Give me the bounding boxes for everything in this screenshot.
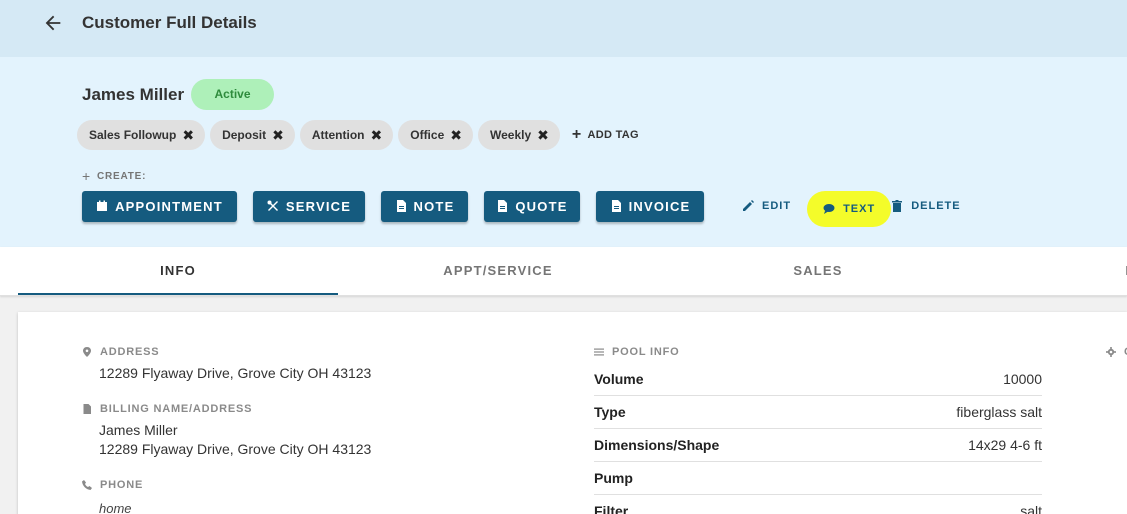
tag-chip: Sales Followup ✖ xyxy=(77,120,206,150)
chat-bubble-icon xyxy=(823,204,835,214)
create-label-text: CREATE: xyxy=(96,170,147,182)
pool-row-key: Pump xyxy=(594,470,633,486)
tag-chip: Attention ✖ xyxy=(299,120,394,150)
phone-label-text: PHONE xyxy=(100,479,144,491)
tab-bar: INFO APPT/SERVICE SALES PIC xyxy=(0,247,1127,296)
tag-label: Sales Followup xyxy=(89,128,177,142)
remove-tag-icon[interactable]: ✖ xyxy=(272,128,284,142)
plus-icon: + xyxy=(571,126,582,143)
tag-label: Office xyxy=(410,128,445,142)
edit-button[interactable]: EDIT xyxy=(742,191,791,222)
remove-tag-icon[interactable]: ✖ xyxy=(537,128,549,142)
remove-tag-icon[interactable]: ✖ xyxy=(450,128,462,142)
create-service-button[interactable]: SERVICE xyxy=(253,190,365,222)
page-title: Customer Full Details xyxy=(82,13,257,32)
button-label: INVOICE xyxy=(628,198,691,214)
tag-label: Attention xyxy=(311,128,365,142)
button-label: SERVICE xyxy=(285,198,352,214)
pool-row-key: Filter xyxy=(594,503,629,514)
pool-row-key: Dimensions/Shape xyxy=(594,437,720,453)
button-label: APPOINTMENT xyxy=(115,198,223,214)
text-label: TEXT xyxy=(843,203,876,215)
billing-address: 12289 Flyaway Drive, Grove City OH 43123 xyxy=(99,441,372,457)
add-tag-button[interactable]: + ADD TAG xyxy=(572,127,639,143)
tag-list: Sales Followup ✖ Deposit ✖ Attention ✖ Offi… xyxy=(77,120,639,150)
edit-label: EDIT xyxy=(762,200,792,212)
tag-chip: Deposit ✖ xyxy=(210,120,295,150)
create-note-button[interactable]: NOTE xyxy=(381,190,468,222)
pool-info-label-text: POOL INFO xyxy=(612,346,680,358)
pool-row-value: fiberglass salt xyxy=(956,404,1042,420)
button-label: QUOTE xyxy=(515,198,568,214)
customer-name: James Miller xyxy=(82,85,185,104)
document-icon xyxy=(498,200,508,212)
add-tag-label: ADD TAG xyxy=(587,129,639,141)
calendar-icon xyxy=(97,200,108,211)
pool-row: Dimensions/Shape 14x29 4-6 ft xyxy=(594,429,1042,462)
tag-label: Weekly xyxy=(489,128,532,142)
phone-label: PHONE xyxy=(82,479,143,491)
remove-tag-icon[interactable]: ✖ xyxy=(371,128,383,142)
location-pin-icon xyxy=(83,347,91,357)
tab-sales[interactable]: SALES xyxy=(658,247,978,296)
phone-icon xyxy=(82,480,92,490)
document-icon xyxy=(396,200,406,212)
top-bar: Customer Full Details xyxy=(0,0,1127,57)
delete-button[interactable]: DELETE xyxy=(891,191,960,222)
status-badge: Active xyxy=(191,79,274,110)
pool-row-value: 14x29 4-6 ft xyxy=(968,437,1042,453)
delete-label: DELETE xyxy=(911,200,961,212)
billing-label-text: BILLING NAME/ADDRESS xyxy=(100,403,253,415)
document-icon xyxy=(611,200,621,212)
action-bar: APPOINTMENT SERVICE NOTE QUOTE INVOICE E… xyxy=(82,185,961,227)
button-label: NOTE xyxy=(413,198,455,214)
tag-chip: Office ✖ xyxy=(398,120,473,150)
menu-lines-icon xyxy=(594,348,604,356)
create-label: + CREATE: xyxy=(82,168,146,184)
gear-icon xyxy=(1106,347,1116,357)
pool-info-label: POOL INFO xyxy=(594,346,680,358)
tools-icon xyxy=(267,200,278,211)
plus-icon: + xyxy=(82,168,91,184)
tab-info[interactable]: INFO xyxy=(18,247,338,296)
create-invoice-button[interactable]: INVOICE xyxy=(596,190,704,222)
billing-label: BILLING NAME/ADDRESS xyxy=(82,403,252,415)
address-label-text: ADDRESS xyxy=(100,346,160,358)
pool-row-key: Type xyxy=(594,404,626,420)
billing-name: James Miller xyxy=(99,422,178,438)
create-appointment-button[interactable]: APPOINTMENT xyxy=(82,190,237,222)
active-tab-indicator xyxy=(18,293,338,295)
tab-appt-service[interactable]: APPT/SERVICE xyxy=(338,247,658,296)
pool-row-key: Volume xyxy=(594,371,644,387)
pool-row: Type fiberglass salt xyxy=(594,396,1042,429)
address-label: ADDRESS xyxy=(82,346,159,358)
info-card: ADDRESS 12289 Flyaway Drive, Grove City … xyxy=(18,312,1127,514)
third-section-label: C xyxy=(1106,346,1127,358)
customer-header: James Miller Active Sales Followup ✖ Depo… xyxy=(0,57,1127,247)
phone-type: home xyxy=(99,501,132,514)
pencil-icon xyxy=(743,200,754,211)
pool-row: Pump xyxy=(594,462,1042,495)
pool-row: Filter salt xyxy=(594,495,1042,514)
address-value: 12289 Flyaway Drive, Grove City OH 43123 xyxy=(99,365,372,381)
back-arrow-icon[interactable] xyxy=(42,12,64,34)
pool-row-value: salt xyxy=(1020,503,1042,514)
tag-label: Deposit xyxy=(222,128,267,142)
tab-pictures[interactable]: PIC xyxy=(978,247,1127,296)
remove-tag-icon[interactable]: ✖ xyxy=(182,128,194,142)
create-quote-button[interactable]: QUOTE xyxy=(484,190,580,222)
trash-icon xyxy=(892,200,903,212)
pool-row: Volume 10000 xyxy=(594,363,1042,396)
document-icon xyxy=(83,404,91,414)
tag-chip: Weekly ✖ xyxy=(477,120,560,150)
pool-row-value: 10000 xyxy=(1003,371,1042,387)
text-button[interactable]: TEXT xyxy=(807,191,892,227)
